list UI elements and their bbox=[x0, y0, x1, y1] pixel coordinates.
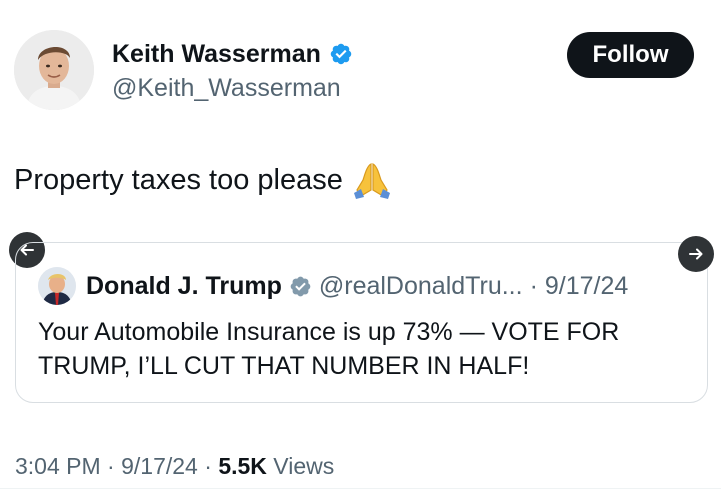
arrow-right-icon bbox=[689, 248, 703, 260]
verified-badge-icon bbox=[330, 43, 352, 65]
tweet-text: Property taxes too please bbox=[14, 164, 343, 196]
separator-dot: · bbox=[204, 453, 212, 479]
quoted-author-name[interactable]: Donald J. Trump bbox=[86, 272, 282, 300]
verified-badge-icon bbox=[290, 276, 311, 296]
quoted-author-avatar[interactable] bbox=[38, 267, 76, 305]
tweet-time[interactable]: 3:04 PM bbox=[15, 453, 101, 479]
tweet-date[interactable]: 9/17/24 bbox=[121, 453, 198, 479]
quoted-tweet-date[interactable]: 9/17/24 bbox=[545, 272, 628, 300]
divider bbox=[0, 488, 721, 489]
separator-dot: · bbox=[107, 453, 115, 479]
quoted-tweet-header: Donald J. Trump @realDonaldTru... · 9/17… bbox=[86, 272, 628, 300]
quoted-tweet-card[interactable]: Donald J. Trump @realDonaldTru... · 9/17… bbox=[15, 242, 708, 403]
tweet-meta: 3:04 PM · 9/17/24 · 5.5K Views bbox=[15, 452, 334, 480]
tweet-body: Property taxes too please bbox=[14, 160, 393, 200]
profile-photo-icon bbox=[38, 267, 76, 305]
views-label: Views bbox=[273, 453, 335, 479]
follow-button[interactable]: Follow bbox=[567, 32, 694, 78]
quoted-tweet-text: Your Automobile Insurance is up 73% — VO… bbox=[38, 318, 620, 380]
views-count: 5.5K bbox=[218, 453, 267, 479]
quoted-author-handle[interactable]: @realDonaldTru... bbox=[319, 272, 523, 300]
author-avatar[interactable] bbox=[14, 30, 94, 110]
author-name-row: Keith Wasserman bbox=[112, 40, 353, 68]
folded-hands-emoji-icon bbox=[353, 163, 390, 199]
next-arrow-button[interactable] bbox=[678, 236, 714, 272]
separator-dot: · bbox=[529, 272, 538, 300]
profile-photo-icon bbox=[14, 30, 94, 110]
author-display-name[interactable]: Keith Wasserman bbox=[112, 40, 321, 68]
author-handle[interactable]: @Keith_Wasserman bbox=[112, 74, 341, 102]
